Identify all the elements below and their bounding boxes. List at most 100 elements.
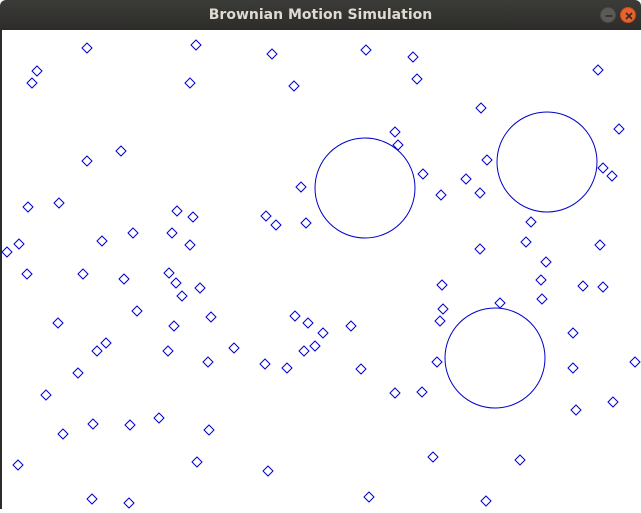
small-particle [31, 65, 43, 77]
small-particle [194, 282, 206, 294]
minimize-icon [605, 15, 613, 17]
small-particle [389, 126, 401, 138]
large-particle [444, 307, 546, 409]
small-particle [460, 173, 472, 185]
small-particle [266, 48, 278, 60]
small-particle [1, 246, 13, 258]
small-particle [298, 345, 310, 357]
small-particle [411, 73, 423, 85]
small-particle [597, 162, 609, 174]
small-particle [57, 428, 69, 440]
small-particle [203, 424, 215, 436]
small-particle [592, 64, 604, 76]
title-bar[interactable]: Brownian Motion Simulation [0, 0, 641, 30]
small-particle [570, 404, 582, 416]
small-particle [435, 189, 447, 201]
small-particle [540, 256, 552, 268]
small-particle [520, 236, 532, 248]
small-particle [163, 267, 175, 279]
small-particle [153, 412, 165, 424]
small-particle [184, 239, 196, 251]
simulation-canvas[interactable] [1, 30, 641, 509]
small-particle [309, 340, 321, 352]
small-particle [317, 327, 329, 339]
small-particle [302, 317, 314, 329]
small-particle [77, 268, 89, 280]
close-icon [625, 12, 633, 20]
small-particle [417, 168, 429, 180]
small-particle [190, 39, 202, 51]
small-particle [427, 451, 439, 463]
small-particle [281, 362, 293, 374]
small-particle [228, 342, 240, 354]
app-window: Brownian Motion Simulation [0, 0, 641, 509]
small-particle [72, 367, 84, 379]
small-particle [13, 238, 25, 250]
small-particle [187, 211, 199, 223]
small-particle [514, 454, 526, 466]
simulation-drawing [1, 39, 641, 509]
small-particle [124, 419, 136, 431]
large-particle [496, 111, 598, 213]
small-particle [91, 345, 103, 357]
small-particle [567, 362, 579, 374]
small-particle [118, 273, 130, 285]
small-particle [494, 297, 506, 309]
small-particle [262, 465, 274, 477]
minimize-button[interactable] [600, 7, 616, 23]
close-button[interactable] [620, 7, 636, 23]
small-particle [536, 293, 548, 305]
small-particle [170, 277, 182, 289]
small-particle [205, 311, 217, 323]
small-particle [389, 387, 401, 399]
small-particle [288, 80, 300, 92]
small-particle [162, 345, 174, 357]
small-particle [202, 356, 214, 368]
small-particle [184, 77, 196, 89]
small-particle [392, 139, 404, 151]
small-particle [613, 123, 625, 135]
small-particle [86, 493, 98, 505]
small-particle [81, 155, 93, 167]
small-particle [481, 154, 493, 166]
small-particle [96, 235, 108, 247]
small-particle [567, 327, 579, 339]
small-particle [53, 197, 65, 209]
small-particle [474, 243, 486, 255]
small-particle [12, 459, 24, 471]
small-particle [166, 227, 178, 239]
small-particle [594, 239, 606, 251]
small-particle [629, 356, 641, 368]
small-particle [131, 305, 143, 317]
small-particle [171, 205, 183, 217]
small-particle [416, 386, 428, 398]
small-particle [191, 456, 203, 468]
small-particle [87, 418, 99, 430]
small-particle [289, 310, 301, 322]
small-particle [606, 170, 618, 182]
small-particle [40, 389, 52, 401]
small-particle [360, 44, 372, 56]
small-particle [355, 363, 367, 375]
small-particle [26, 77, 38, 89]
small-particle [474, 187, 486, 199]
small-particle [525, 216, 537, 228]
small-particle [176, 290, 188, 302]
small-particle [577, 280, 589, 292]
small-particle [437, 303, 449, 315]
small-particle [260, 210, 272, 222]
window-title: Brownian Motion Simulation [208, 7, 433, 23]
small-particle [434, 315, 446, 327]
small-particle [475, 102, 487, 114]
large-particle [314, 137, 416, 239]
small-particle [295, 181, 307, 193]
small-particle [300, 217, 312, 229]
small-particle [123, 497, 135, 509]
small-particle [270, 219, 282, 231]
small-particle [127, 227, 139, 239]
small-particle [115, 145, 127, 157]
small-particle [345, 320, 357, 332]
small-particle [363, 491, 375, 503]
small-particle [431, 356, 443, 368]
small-particle [52, 317, 64, 329]
